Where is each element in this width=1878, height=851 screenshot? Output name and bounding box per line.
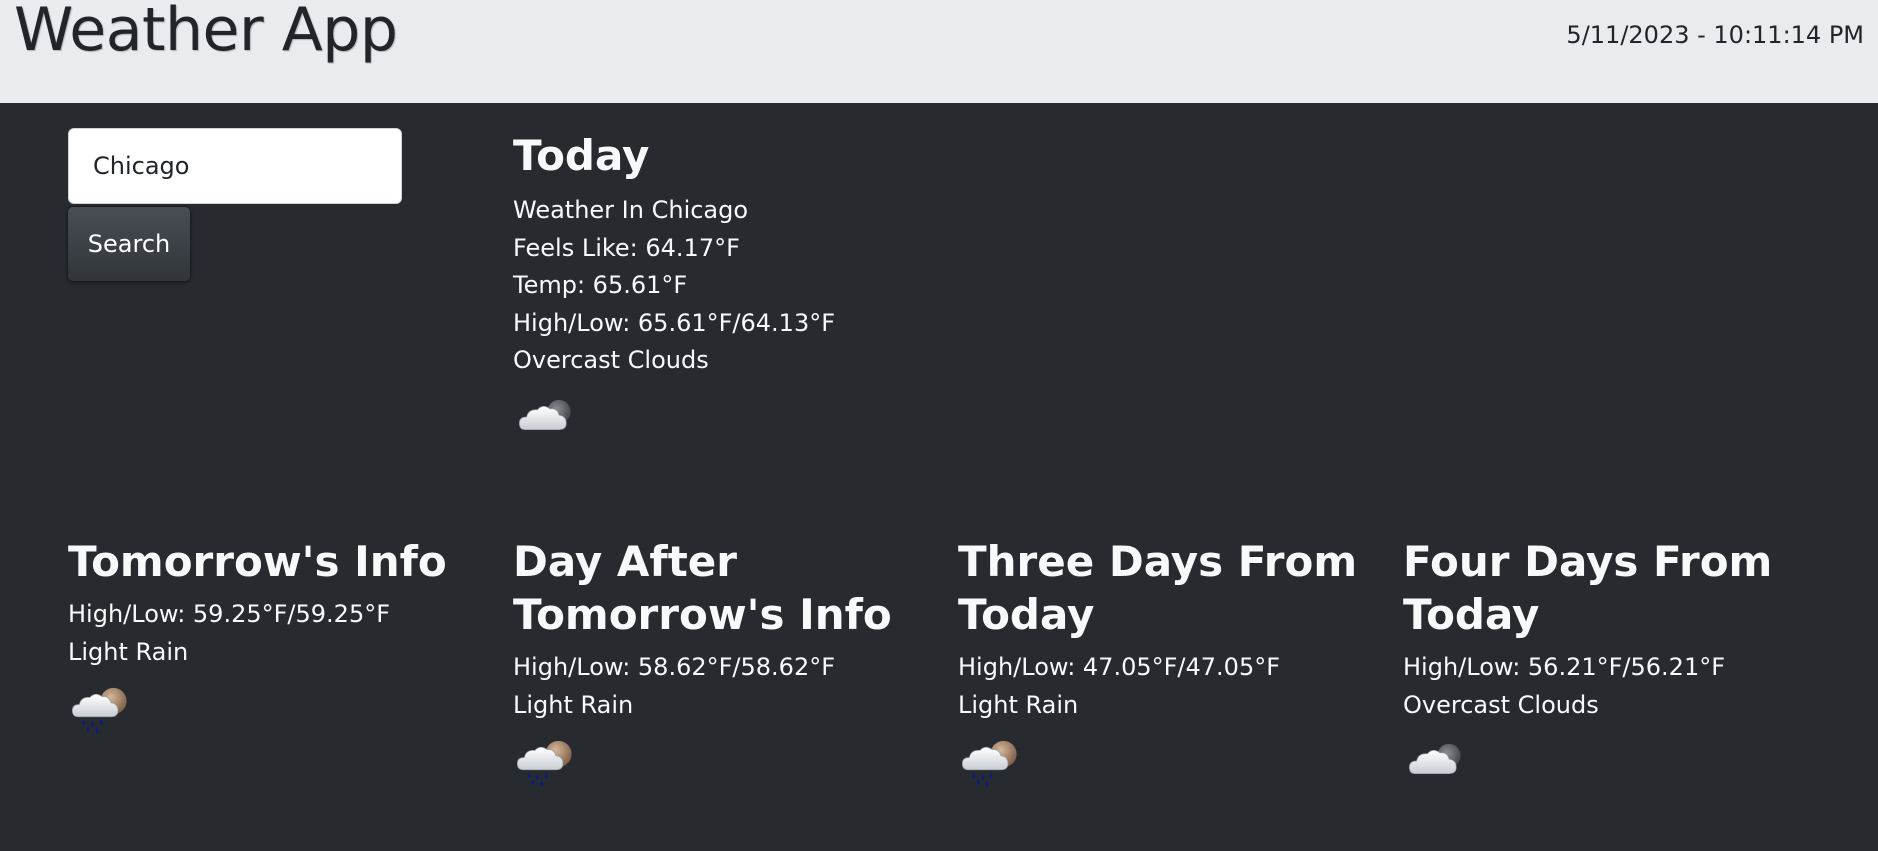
app-title: Weather App [14, 0, 398, 65]
forecast-card-tomorrow: Tomorrow's Info High/Low: 59.25°F/59.25°… [68, 535, 478, 735]
forecast-title: Day After Tomorrow's Info [513, 537, 892, 639]
today-panel: Today Weather In Chicago Feels Like: 64.… [513, 130, 835, 444]
forecast-title: Tomorrow's Info [68, 537, 447, 586]
today-feels-like: Feels Like: 64.17°F [513, 233, 740, 262]
today-location: Weather In Chicago [513, 196, 749, 224]
today-high-low: High/Low: 65.61°F/64.13°F [513, 308, 836, 337]
forecast-title: Three Days From Today [958, 537, 1358, 639]
search-button[interactable]: Search [67, 206, 191, 282]
today-condition: Overcast Clouds [513, 346, 709, 374]
today-temp: Temp: 65.61°F [513, 271, 688, 299]
overcast-clouds-icon [1403, 734, 1477, 788]
forecast-card-four-days: Four Days From Today High/Low: 56.21°F/5… [1403, 535, 1813, 788]
forecast-card-day-after: Day After Tomorrow's Info High/Low: 58.6… [513, 535, 923, 788]
forecast-card-three-days: Three Days From Today High/Low: 47.05°F/… [958, 535, 1368, 788]
forecast-high-low: High/Low: 59.25°F/59.25°F [68, 600, 391, 628]
forecast-condition: Overcast Clouds [1403, 690, 1599, 719]
forecast-high-low: High/Low: 56.21°F/56.21°F [1403, 653, 1726, 681]
forecast-high-low: High/Low: 58.62°F/58.62°F [513, 653, 836, 681]
forecast-title: Four Days From Today [1403, 537, 1773, 639]
light-rain-icon [513, 734, 583, 788]
forecast-condition: Light Rain [68, 637, 189, 666]
city-search-input[interactable] [68, 128, 402, 204]
light-rain-icon [68, 681, 138, 735]
app-header: Weather App 5/11/2023 - 10:11:14 PM [0, 0, 1878, 103]
light-rain-icon [958, 734, 1028, 788]
forecast-condition: Light Rain [958, 690, 1079, 719]
forecast-high-low: High/Low: 47.05°F/47.05°F [958, 653, 1281, 681]
today-title: Today [513, 131, 650, 180]
forecast-condition: Light Rain [513, 690, 634, 719]
current-datetime: 5/11/2023 - 10:11:14 PM [1566, 21, 1864, 49]
overcast-clouds-icon [513, 390, 587, 444]
